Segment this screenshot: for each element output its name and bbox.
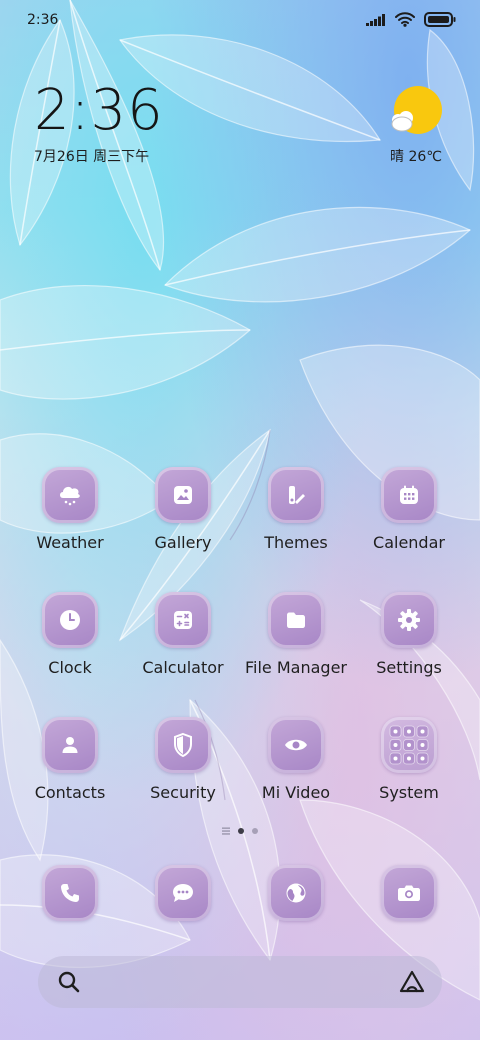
search-bar[interactable] [38,956,442,1008]
app-file-manager[interactable]: File Manager [240,592,352,677]
status-icons [366,12,456,27]
phone-icon [61,884,79,902]
wifi-icon [395,12,415,27]
weather-widget[interactable]: 晴 26℃ [388,86,444,166]
app-icon-phone [42,865,98,921]
status-time: 2:36 [27,12,59,28]
search-icon [58,971,80,993]
search-button[interactable] [56,969,82,995]
app-icon-gallery [155,467,211,523]
folder-grid-icon [389,725,429,765]
page-dot-1[interactable] [238,828,244,834]
widget-date: 7月26日 周三下午 [34,149,150,165]
browser-globe-icon [286,883,306,903]
person-icon [62,737,78,753]
app-icon-clock [42,592,98,648]
app-themes[interactable]: Themes [240,467,352,552]
assistant-icon [399,970,425,993]
clock-widget[interactable]: 2:36 7月26日 周三下午 [34,80,164,166]
folder-system[interactable]: System [353,717,465,802]
shield-icon [174,732,192,758]
page-indicator[interactable] [0,827,480,835]
app-icon-weather [42,467,98,523]
app-label: Settings [376,658,442,677]
weather-text: 晴 26℃ [390,149,442,165]
app-label: Calculator [142,658,224,677]
app-label: Themes [264,533,328,552]
app-contacts[interactable]: Contacts [14,717,126,802]
eye-icon [285,739,307,751]
calculator-icon [174,611,192,629]
app-weather[interactable]: Weather [14,467,126,552]
app-icon-messages [155,865,211,921]
dock-camera[interactable] [353,865,465,921]
app-icon-calculator [155,592,211,648]
app-label: Weather [36,533,104,552]
widget-time: 2:36 [34,78,164,143]
battery-icon [424,12,456,27]
brush-palette-icon [289,486,305,504]
app-icon-themes [268,467,324,523]
folder-preview [381,717,437,773]
app-calendar[interactable]: Calendar [353,467,465,552]
camera-icon [398,885,420,901]
app-label: Clock [48,658,92,677]
sun-cloud-icon [391,86,442,134]
message-icon [173,884,193,902]
app-icon-contacts [42,717,98,773]
page-dot-2[interactable] [252,828,258,834]
app-list-icon[interactable] [222,827,230,835]
app-icon-settings [381,592,437,648]
app-label: Contacts [34,783,106,802]
clock-icon [60,610,80,630]
app-icon-file-manager [268,592,324,648]
app-security[interactable]: Security [127,717,239,802]
app-icon-calendar [381,467,437,523]
assistant-button[interactable] [398,969,426,995]
dock-browser[interactable] [240,865,352,921]
app-icon-browser [268,865,324,921]
app-label: Calendar [373,533,445,552]
app-clock[interactable]: Clock [14,592,126,677]
app-gallery[interactable]: Gallery [127,467,239,552]
app-label: Gallery [154,533,212,552]
folder-icon [287,612,305,628]
app-label: Mi Video [261,783,331,802]
gear-icon [398,609,420,631]
status-bar: 2:36 [0,0,480,40]
signal-icon [366,13,385,26]
app-label: Security [150,783,216,802]
app-icon-mi-video [268,717,324,773]
app-settings[interactable]: Settings [353,592,465,677]
dock-phone[interactable] [14,865,126,921]
app-mi-video[interactable]: Mi Video [240,717,352,802]
image-icon [174,486,192,504]
app-label: File Manager [245,658,347,677]
dock-messages[interactable] [127,865,239,921]
calendar-icon [400,485,418,504]
app-calculator[interactable]: Calculator [127,592,239,677]
cloud-rain-icon [60,486,80,506]
app-label: System [379,783,439,802]
app-icon-security [155,717,211,773]
app-icon-camera [381,865,437,921]
